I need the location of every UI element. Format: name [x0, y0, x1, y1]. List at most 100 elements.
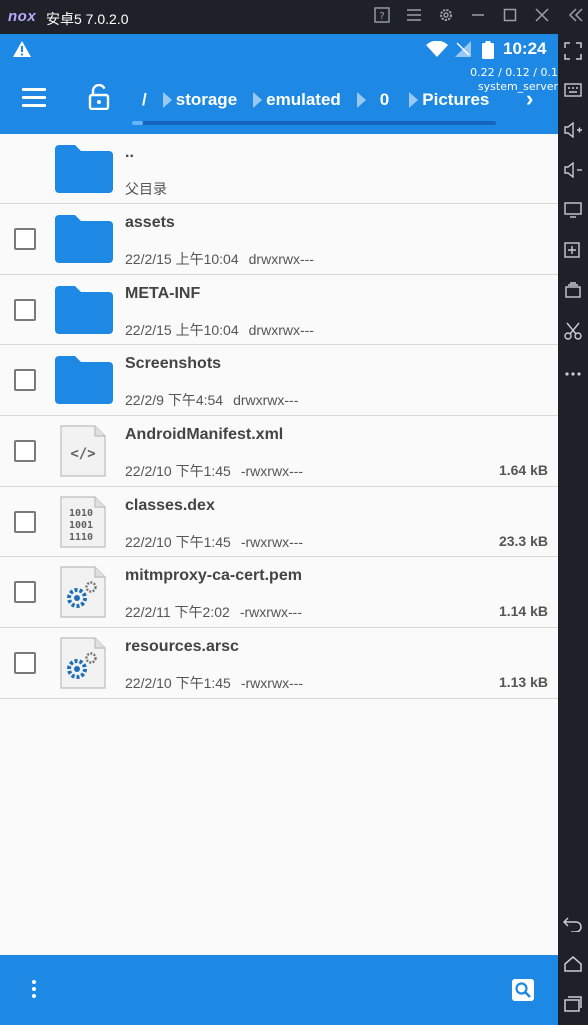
scissors-icon[interactable]	[562, 322, 584, 344]
keyboard-icon[interactable]	[562, 82, 584, 104]
warning-icon	[13, 41, 31, 57]
bottom-bar	[0, 955, 558, 1025]
screen-icon[interactable]	[562, 202, 584, 224]
file-meta: 22/2/10 下午1:45 -rwxrwx---	[125, 673, 303, 693]
file-permissions: -rwxrwx---	[240, 675, 304, 692]
hamburger-menu-icon[interactable]	[22, 88, 46, 108]
folder-icon	[55, 215, 113, 263]
file-date: 22/2/11 下午2:02	[125, 604, 230, 621]
breadcrumb-separator-icon	[253, 92, 263, 108]
multi-instance-icon[interactable]	[562, 282, 584, 304]
binary-file-icon: 101010011110	[60, 496, 106, 548]
unlock-icon[interactable]	[88, 84, 110, 110]
breadcrumb-separator-icon	[409, 92, 419, 108]
settings-gear-icon[interactable]	[436, 7, 456, 27]
folder-icon	[55, 285, 113, 334]
settings-file-icon	[60, 566, 106, 619]
select-checkbox[interactable]	[14, 440, 36, 463]
volume-up-icon[interactable]	[562, 121, 584, 144]
file-name: classes.dex	[125, 496, 215, 514]
emulator-side-toolbar	[558, 34, 588, 1025]
install-apk-icon[interactable]	[562, 242, 584, 264]
file-name: META-INF	[125, 284, 201, 302]
file-date: 22/2/10 下午1:45	[125, 463, 231, 480]
svg-text:1110: 1110	[69, 532, 93, 543]
file-meta: 22/2/15 上午10:04 drwxrwx---	[125, 249, 314, 269]
recent-apps-icon[interactable]	[562, 996, 584, 1018]
minimize-icon[interactable]	[468, 7, 488, 27]
collapse-sidebar-icon[interactable]	[566, 7, 586, 27]
file-name: Screenshots	[125, 355, 222, 373]
file-name: assets	[125, 214, 175, 231]
more-options-icon[interactable]	[562, 362, 584, 384]
svg-text:1001: 1001	[69, 520, 93, 531]
breadcrumb-separator-icon	[162, 92, 172, 108]
file-permissions: -rwxrwx---	[240, 463, 304, 480]
file-permissions: -rwxrwx---	[240, 533, 304, 550]
file-row[interactable]: mitmproxy-ca-cert.pem 22/2/11 下午2:02 -rwxr…	[0, 557, 558, 629]
file-date: 22/2/15 上午10:04	[125, 321, 239, 338]
android-status-bar: 10:24	[0, 34, 558, 64]
select-checkbox[interactable]	[14, 581, 36, 604]
breadcrumb-emulated[interactable]: emulated	[266, 90, 341, 110]
home-icon[interactable]	[562, 956, 584, 978]
close-icon[interactable]	[532, 7, 552, 27]
breadcrumb-storage[interactable]: storage	[176, 90, 237, 110]
maximize-icon[interactable]	[500, 7, 520, 27]
xml-file-icon: </>	[60, 425, 106, 477]
file-size: 1.14 kB	[498, 603, 548, 620]
loading-progress-bar	[132, 121, 496, 125]
help-icon[interactable]: ?	[372, 7, 392, 27]
no-signal-icon	[455, 41, 471, 57]
breadcrumb-root[interactable]: /	[142, 90, 147, 110]
file-row[interactable]: 1010 1001 1110 classes.dex 22/2/10 下午1:45 -rw…	[0, 487, 558, 558]
wifi-icon	[426, 41, 448, 57]
nox-logo: nox	[8, 8, 37, 25]
file-date: 22/2/10 下午1:45	[125, 675, 231, 692]
file-list: .. 父目录 assets 22/2/15 上午10:04 drwxrwx--- ME…	[0, 134, 558, 699]
file-permissions: drwxrwx---	[233, 392, 299, 409]
back-icon[interactable]	[562, 916, 584, 938]
menu-lines-icon[interactable]	[404, 7, 424, 27]
svg-text:</>: </>	[70, 446, 95, 462]
file-row[interactable]: </> AndroidManifest.xml 22/2/10 下午1:45 -rwx…	[0, 416, 558, 487]
select-checkbox[interactable]	[14, 510, 36, 533]
file-size: 1.13 kB	[498, 674, 548, 691]
select-checkbox[interactable]	[14, 298, 36, 321]
file-row[interactable]: resources.arsc 22/2/10 下午1:45 -rwxrwx--- 1.…	[0, 628, 558, 699]
cpu-load-overlay: 0.22 / 0.12 / 0.1 system_server	[440, 66, 558, 94]
file-size: 1.64 kB	[498, 462, 548, 479]
svg-text:?: ?	[379, 11, 384, 22]
file-meta: 22/2/10 下午1:45 -rwxrwx---	[125, 532, 303, 552]
file-meta: 22/2/11 下午2:02 -rwxrwx---	[125, 602, 302, 622]
file-meta: 22/2/10 下午1:45 -rwxrwx---	[125, 461, 303, 481]
search-icon[interactable]	[512, 979, 534, 1001]
file-meta: 22/2/15 上午10:04 drwxrwx---	[125, 320, 314, 340]
more-vert-icon[interactable]	[30, 980, 38, 1002]
select-checkbox[interactable]	[14, 369, 36, 392]
loading-progress-fill	[132, 121, 143, 125]
parent-directory-row[interactable]: .. 父目录	[0, 134, 558, 204]
breadcrumb-0[interactable]: 0	[380, 90, 389, 110]
select-checkbox[interactable]	[14, 228, 36, 250]
file-meta: 22/2/9 下午4:54 drwxrwx---	[125, 390, 298, 410]
file-name: resources.arsc	[125, 638, 239, 656]
battery-icon	[482, 41, 494, 59]
file-name: AndroidManifest.xml	[125, 426, 284, 444]
file-date: 22/2/15 上午10:04	[125, 251, 239, 267]
file-permissions: drwxrwx---	[248, 251, 314, 267]
file-size: 23.3 kB	[498, 532, 548, 549]
folder-icon	[55, 356, 113, 405]
volume-down-icon[interactable]	[562, 161, 584, 184]
file-row[interactable]: Screenshots 22/2/9 下午4:54 drwxrwx---	[0, 345, 558, 417]
cpu-load-values: 0.22 / 0.12 / 0.1	[470, 66, 558, 79]
emulator-title: 安卓5 7.0.2.0	[46, 11, 129, 27]
status-time: 10:24	[503, 39, 547, 58]
file-permissions: -rwxrwx---	[239, 604, 303, 621]
file-date: 22/2/9 下午4:54	[125, 392, 224, 409]
file-row[interactable]: assets 22/2/15 上午10:04 drwxrwx---	[0, 204, 558, 275]
select-checkbox[interactable]	[14, 652, 36, 675]
fullscreen-icon[interactable]	[562, 42, 584, 64]
cpu-process-name: system_server	[477, 80, 558, 93]
file-row[interactable]: META-INF 22/2/15 上午10:04 drwxrwx---	[0, 275, 558, 346]
